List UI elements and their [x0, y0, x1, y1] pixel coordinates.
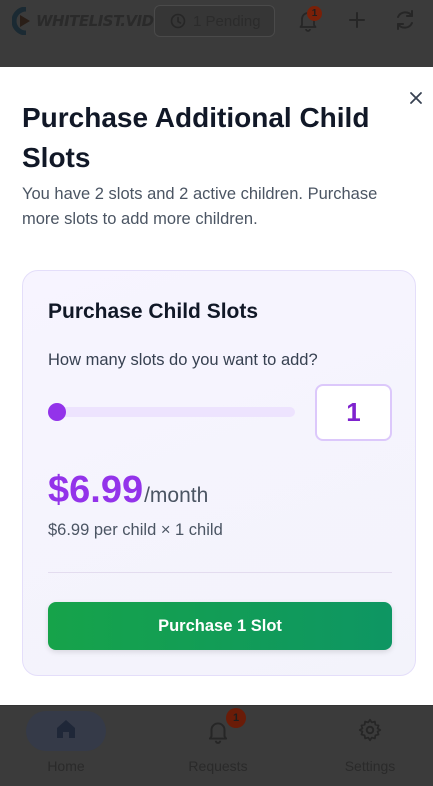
slider-thumb[interactable]	[48, 403, 66, 421]
quantity-input[interactable]: 1	[315, 384, 392, 441]
logo-icon	[11, 6, 34, 36]
bottom-nav: Home Requests 1 Settings	[0, 705, 433, 786]
modal-title: Purchase Additional Child Slots	[22, 102, 370, 173]
pending-button[interactable]: 1 Pending	[154, 5, 275, 37]
pending-label: 1 Pending	[193, 12, 261, 30]
slots-slider[interactable]	[48, 403, 295, 421]
slots-question: How many slots do you want to add?	[48, 351, 318, 369]
refresh-button[interactable]	[393, 8, 417, 32]
purchase-card: Purchase Child Slots How many slots do y…	[22, 270, 416, 676]
purchase-button[interactable]: Purchase 1 Slot	[48, 602, 392, 650]
gear-icon	[358, 718, 382, 742]
nav-item-home[interactable]: Home	[11, 706, 121, 786]
nav-label-requests: Requests	[188, 758, 248, 774]
price-period: /month	[144, 484, 209, 507]
nav-item-requests[interactable]: Requests	[163, 706, 273, 786]
home-icon	[57, 720, 75, 738]
modal-subtitle: You have 2 slots and 2 active children. …	[22, 185, 378, 228]
notification-badge: 1	[307, 6, 322, 21]
nav-label-home: Home	[47, 758, 85, 774]
nav-item-settings[interactable]: Settings	[315, 706, 425, 786]
close-button[interactable]	[405, 87, 427, 109]
add-button[interactable]	[345, 8, 369, 32]
plus-icon	[349, 12, 365, 28]
nav-label-settings: Settings	[344, 758, 396, 774]
divider	[48, 572, 392, 573]
clock-icon	[170, 13, 186, 29]
refresh-icon	[397, 10, 413, 30]
price-breakdown: $6.99 per child × 1 child	[48, 521, 223, 539]
price-row: $6.99 /month	[48, 469, 208, 512]
requests-badge: 1	[226, 708, 246, 728]
purchase-slots-modal: Purchase Additional Child Slots You have…	[0, 67, 433, 705]
card-title: Purchase Child Slots	[48, 300, 259, 323]
price-value: $6.99	[48, 469, 144, 511]
app-header: WHITELIST.VIDEO 1 Pending 1	[0, 0, 433, 67]
close-icon	[410, 92, 422, 104]
logo: WHITELIST.VIDEO	[11, 6, 176, 36]
